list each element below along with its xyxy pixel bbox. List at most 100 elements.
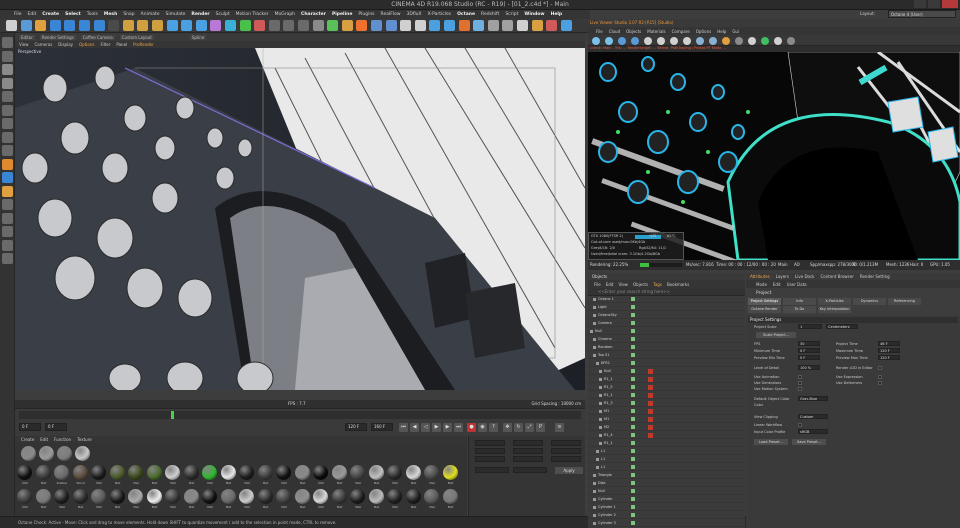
object-visibility-check-icon[interactable] [631, 329, 635, 333]
expand-triangle-icon[interactable] [593, 354, 596, 357]
expand-triangle-icon[interactable] [599, 394, 602, 397]
toolbar-tool-24-icon[interactable] [341, 20, 353, 31]
material-swatch[interactable] [54, 465, 69, 480]
toolbar-tool-30-icon[interactable] [429, 20, 441, 31]
object-row-r1-1[interactable]: R1_1 [588, 440, 745, 447]
menu-plugins[interactable]: Plugins [358, 12, 374, 17]
object-visibility-check-icon[interactable] [631, 489, 635, 493]
toolbar-tool-36-icon[interactable] [517, 20, 528, 31]
move-key-icon[interactable]: ✥ [503, 423, 512, 432]
toolbar-tool-11-icon[interactable] [152, 20, 163, 31]
start-frame-field[interactable]: 0 F [19, 423, 41, 431]
subtab-key-interpolation[interactable]: Key Interpolation [818, 306, 851, 313]
object-visibility-check-icon[interactable] [631, 313, 635, 317]
live-viewer-menu-help[interactable]: Help [717, 29, 726, 34]
mode-tool-11-icon[interactable] [2, 172, 13, 183]
live-viewer-tool-8-icon[interactable] [683, 37, 691, 45]
play-reverse-icon[interactable]: ◁ [421, 423, 430, 432]
material-swatch[interactable] [109, 465, 125, 480]
material-swatch[interactable] [331, 465, 347, 480]
scale-key-icon[interactable]: ⤢ [525, 423, 534, 432]
mode-tool-1-icon[interactable] [2, 37, 13, 48]
subtab-referencing[interactable]: Referencing [888, 298, 921, 305]
subtab-octane-render[interactable]: Octane Render [748, 306, 781, 313]
live-viewer-tool-7-icon[interactable] [670, 37, 678, 45]
use-generators-checkbox[interactable] [798, 381, 802, 385]
menu-sculpt[interactable]: Sculpt [216, 12, 230, 17]
material-menu-create[interactable]: Create [21, 437, 34, 442]
toolbar-tool-33-icon[interactable] [473, 20, 485, 31]
rot-b-field[interactable] [551, 456, 581, 462]
render-channel-main[interactable]: Main [778, 262, 788, 267]
material-swatch[interactable] [128, 489, 143, 504]
menu-3dflux[interactable]: 3DfluX [407, 12, 422, 17]
object-row-camera[interactable]: Camera [588, 320, 745, 327]
expand-triangle-icon[interactable] [599, 426, 602, 429]
mode-tool-6-icon[interactable] [2, 104, 13, 116]
mode-tool-16-icon[interactable] [2, 239, 13, 251]
object-row-null[interactable]: Null [588, 368, 745, 375]
expand-triangle-icon[interactable] [593, 338, 596, 341]
octane-render-view[interactable] [588, 52, 960, 260]
live-viewer-tool-15-icon[interactable] [774, 37, 782, 45]
material-swatch[interactable] [91, 489, 106, 504]
expand-triangle-icon[interactable] [593, 306, 596, 309]
timeline-menu-icon[interactable]: ≡ [555, 423, 564, 432]
octane-tag-icon[interactable] [648, 433, 653, 438]
object-visibility-check-icon[interactable] [631, 297, 635, 301]
viewport-tab-editor[interactable]: Editor [19, 34, 35, 40]
material-swatch[interactable] [424, 465, 439, 480]
tab-objects[interactable]: Objects [592, 274, 607, 279]
live-viewer-menu-options[interactable]: Options [696, 29, 711, 34]
object-row-disk[interactable]: Disk [588, 480, 745, 487]
live-viewer-tool-6-icon[interactable] [657, 37, 665, 45]
toolbar-tool-9-icon[interactable] [122, 20, 134, 31]
attribute-menu-edit[interactable]: Edit [773, 282, 781, 287]
material-swatch[interactable] [350, 465, 365, 480]
toolbar-tool-22-icon[interactable] [312, 20, 324, 31]
record-icon[interactable]: ● [467, 423, 476, 432]
expand-triangle-icon[interactable] [599, 434, 602, 437]
mode-tool-2-icon[interactable] [2, 50, 13, 62]
menu-octane[interactable]: Octane [457, 12, 475, 17]
view-clipping-select[interactable]: Custom [798, 414, 828, 419]
material-swatch[interactable] [39, 446, 54, 461]
octane-tag-icon[interactable] [648, 377, 653, 382]
object-visibility-check-icon[interactable] [631, 337, 635, 341]
subtab-to-do[interactable]: To Do [783, 306, 816, 313]
size-mode-select[interactable] [513, 467, 547, 473]
material-swatch[interactable] [294, 489, 310, 504]
param-key-icon[interactable]: P [536, 423, 545, 432]
material-menu-function[interactable]: Function [54, 437, 71, 442]
material-swatch[interactable] [350, 489, 365, 504]
expand-triangle-icon[interactable] [593, 482, 596, 485]
expand-triangle-icon[interactable] [593, 522, 596, 525]
expand-triangle-icon[interactable] [593, 514, 596, 517]
object-row-m1[interactable]: M1 [588, 416, 745, 423]
expand-triangle-icon[interactable] [593, 498, 596, 501]
material-swatch[interactable] [202, 465, 217, 480]
expand-triangle-icon[interactable] [593, 474, 596, 477]
expand-triangle-icon[interactable] [593, 298, 596, 301]
attribute-menu-mode[interactable]: Mode [756, 282, 767, 287]
pos-y-field[interactable] [475, 448, 505, 454]
keyframe-sel-icon[interactable]: ? [489, 423, 498, 432]
toolbar-tool-19-icon[interactable] [268, 20, 280, 31]
live-viewer-tool-14-icon[interactable] [761, 37, 769, 45]
expand-triangle-icon[interactable] [599, 386, 602, 389]
step-back-icon[interactable]: ◀ [410, 423, 419, 432]
toolbar-tool-27-icon[interactable] [385, 20, 397, 31]
material-swatch[interactable] [17, 465, 32, 480]
material-swatch[interactable] [276, 489, 291, 504]
preview-min-field[interactable]: 0 F [798, 355, 820, 360]
min-time-field[interactable]: 0 F [798, 348, 820, 353]
object-row-cylinder-2[interactable]: Cylinder 2 [588, 512, 745, 519]
material-swatch[interactable] [442, 489, 458, 504]
object-row-r1-1[interactable]: R1_1 [588, 392, 745, 399]
menu-select[interactable]: Select [65, 12, 81, 17]
toolbar-tool-37-icon[interactable] [531, 20, 543, 31]
toolbar-tool-38-icon[interactable] [546, 20, 558, 31]
object-search-bar[interactable]: <<Enter your search string here>> [588, 288, 745, 296]
apply-button[interactable]: Apply [555, 467, 583, 474]
subtab-x-particles[interactable]: X-Particles [818, 298, 851, 305]
